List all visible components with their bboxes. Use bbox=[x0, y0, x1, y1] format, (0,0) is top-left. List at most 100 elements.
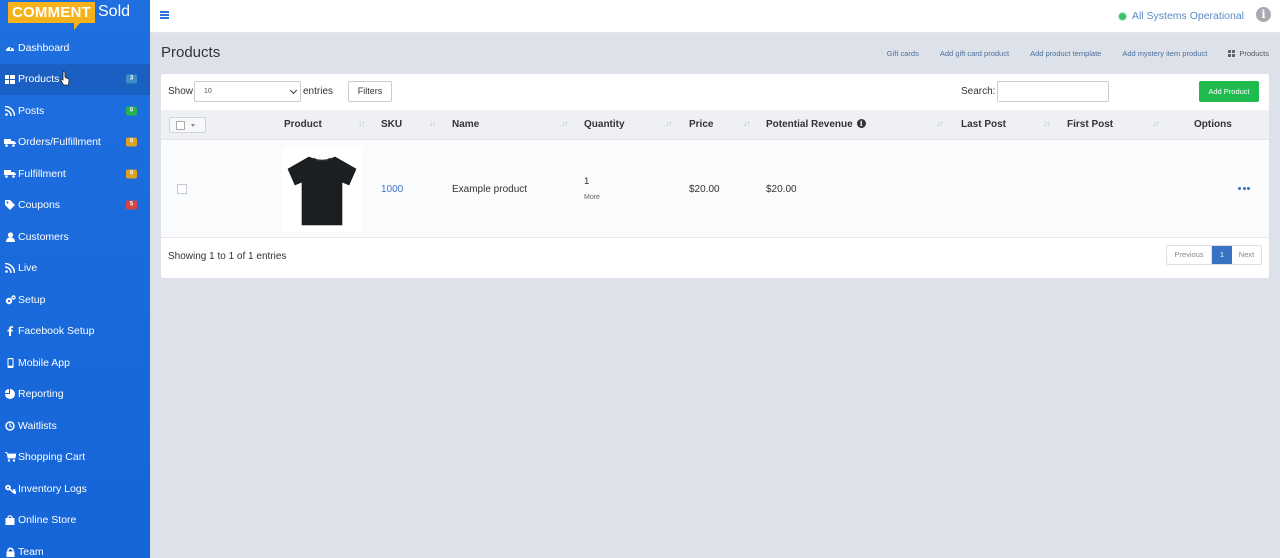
sort-icon[interactable]: ↓↑ bbox=[743, 119, 750, 128]
add-product-button[interactable]: Add Product bbox=[1199, 81, 1259, 102]
product-price: $20.00 bbox=[689, 184, 720, 195]
system-status-label: All Systems Operational bbox=[1131, 10, 1244, 22]
filters-button[interactable]: Filters bbox=[348, 81, 392, 102]
col-quantity[interactable]: Quantity bbox=[584, 119, 625, 130]
product-name: Example product bbox=[452, 184, 528, 195]
sidebar-item-label: Mobile App bbox=[18, 356, 70, 369]
col-name[interactable]: Name bbox=[452, 119, 479, 130]
pagination-page-1[interactable]: 1 bbox=[1212, 246, 1232, 264]
sort-icon[interactable]: ↓↑ bbox=[665, 119, 672, 128]
info-icon[interactable]: i bbox=[1256, 7, 1271, 22]
add-mystery-item-product-link[interactable]: Add mystery item product bbox=[1122, 49, 1207, 58]
sidebar-item-label: Waitlists bbox=[18, 419, 57, 432]
key-icon bbox=[2, 483, 18, 495]
row-checkbox[interactable] bbox=[177, 184, 187, 194]
pagination-next[interactable]: Next bbox=[1232, 246, 1261, 264]
sidebar-item-waitlists[interactable]: Waitlists bbox=[0, 410, 150, 442]
mobile-icon bbox=[2, 357, 18, 369]
show-label: Show bbox=[168, 86, 194, 97]
sidebar-badge: 5 bbox=[126, 200, 137, 210]
grid-icon bbox=[1228, 50, 1236, 57]
checkbox-box bbox=[176, 121, 185, 130]
sort-icon[interactable]: ↓↑ bbox=[561, 119, 568, 128]
user-icon bbox=[2, 231, 18, 243]
col-sku[interactable]: SKU bbox=[381, 119, 402, 130]
entries-select-value: 10 bbox=[204, 88, 212, 95]
bag-icon bbox=[2, 514, 18, 526]
sidebar-item-facebook-setup[interactable]: Facebook Setup bbox=[0, 316, 150, 348]
truck-icon bbox=[2, 168, 18, 180]
cart-icon bbox=[2, 451, 18, 463]
sidebar-item-dashboard[interactable]: Dashboard bbox=[0, 32, 150, 64]
sidebar-item-label: Facebook Setup bbox=[18, 325, 95, 338]
sort-icon[interactable]: ↓↑ bbox=[1152, 119, 1159, 128]
sort-icon[interactable]: ↓↑ bbox=[358, 119, 365, 128]
search-input[interactable] bbox=[997, 81, 1109, 102]
hamburger-menu-icon[interactable] bbox=[160, 11, 169, 19]
truck-icon bbox=[2, 136, 18, 148]
product-quantity: 1 bbox=[584, 176, 590, 187]
sidebar-item-inventory-logs[interactable]: Inventory Logs bbox=[0, 473, 150, 505]
sidebar-item-team[interactable]: Team bbox=[0, 536, 150, 558]
sidebar-item-reporting[interactable]: Reporting bbox=[0, 379, 150, 411]
sort-icon[interactable]: ↓↑ bbox=[936, 119, 943, 128]
quantity-more-link[interactable]: More bbox=[584, 194, 600, 201]
sidebar-item-label: Setup bbox=[18, 293, 46, 306]
system-status[interactable]: All Systems Operational bbox=[1118, 10, 1244, 22]
sort-icon[interactable]: ↓↑ bbox=[1043, 119, 1050, 128]
table-header: Product ↓↑ SKU ↓↑ Name ↓↑ Quantity ↓↑ Pr… bbox=[161, 110, 1269, 140]
sidebar-item-products[interactable]: Products 3 bbox=[0, 63, 150, 95]
sidebar-item-mobile-app[interactable]: Mobile App bbox=[0, 347, 150, 379]
sidebar-item-label: Coupons bbox=[18, 199, 61, 212]
sidebar-item-customers[interactable]: Customers bbox=[0, 221, 150, 253]
sidebar-item-live[interactable]: Live bbox=[0, 253, 150, 285]
sidebar-item-label: Products bbox=[18, 73, 60, 86]
entries-select[interactable]: 10 bbox=[194, 81, 301, 102]
logo[interactable]: COMMENT Sold bbox=[0, 0, 150, 32]
tag-icon bbox=[2, 199, 18, 211]
dashboard-icon bbox=[2, 42, 18, 54]
sidebar-item-coupons[interactable]: Coupons 5 bbox=[0, 190, 150, 222]
sidebar-item-label: Live bbox=[18, 262, 38, 275]
sidebar-item-online-store[interactable]: Online Store bbox=[0, 505, 150, 537]
sidebar-item-label: Posts bbox=[18, 104, 45, 117]
logo-speech-tail bbox=[74, 23, 80, 30]
col-potential-revenue[interactable]: Potential Revenue i bbox=[766, 119, 866, 130]
sidebar-item-label: Orders/Fulfillment bbox=[18, 136, 101, 149]
sidebar-item-orders-fulfillment[interactable]: Orders/Fulfillment 0 bbox=[0, 127, 150, 159]
select-all-checkbox[interactable] bbox=[169, 117, 206, 133]
page-title: Products bbox=[161, 44, 221, 61]
breadcrumb[interactable]: Products bbox=[1228, 49, 1269, 58]
product-sku-link[interactable]: 1000 bbox=[381, 184, 403, 195]
options-menu-icon[interactable] bbox=[1238, 187, 1252, 190]
sidebar-item-setup[interactable]: Setup bbox=[0, 284, 150, 316]
col-last-post[interactable]: Last Post bbox=[961, 119, 1006, 130]
logo-comment: COMMENT bbox=[8, 2, 95, 23]
sidebar-item-fulfillment[interactable]: Fulfillment 0 bbox=[0, 158, 150, 190]
entries-label: entries bbox=[303, 86, 334, 97]
grid-icon bbox=[2, 73, 18, 85]
product-image[interactable] bbox=[282, 147, 362, 232]
pagination: Previous 1 Next bbox=[1166, 245, 1262, 265]
sidebar-item-label: Dashboard bbox=[18, 41, 70, 54]
sidebar-item-label: Team bbox=[18, 545, 44, 558]
col-product[interactable]: Product bbox=[284, 119, 322, 130]
product-potential-revenue: $20.00 bbox=[766, 184, 797, 195]
col-first-post[interactable]: First Post bbox=[1067, 119, 1113, 130]
add-product-template-link[interactable]: Add product template bbox=[1030, 49, 1101, 58]
add-gift-card-product-link[interactable]: Add gift card product bbox=[940, 49, 1009, 58]
col-potential-revenue-label: Potential Revenue bbox=[766, 119, 853, 130]
sidebar-item-label: Reporting bbox=[18, 388, 64, 401]
col-price[interactable]: Price bbox=[689, 119, 713, 130]
info-icon[interactable]: i bbox=[856, 119, 866, 128]
gift-cards-link[interactable]: Gift cards bbox=[887, 49, 919, 58]
sidebar-item-label: Online Store bbox=[18, 514, 77, 527]
sidebar-item-posts[interactable]: Posts 0 bbox=[0, 95, 150, 127]
pagination-previous[interactable]: Previous bbox=[1167, 246, 1212, 264]
sidebar-item-shopping-cart[interactable]: Shopping Cart bbox=[0, 442, 150, 474]
sidebar-item-label: Inventory Logs bbox=[18, 482, 87, 495]
breadcrumb-label: Products bbox=[1239, 49, 1269, 58]
tshirt-icon bbox=[287, 156, 357, 226]
clock-icon bbox=[2, 420, 18, 432]
sort-icon[interactable]: ↓↑ bbox=[429, 119, 436, 128]
